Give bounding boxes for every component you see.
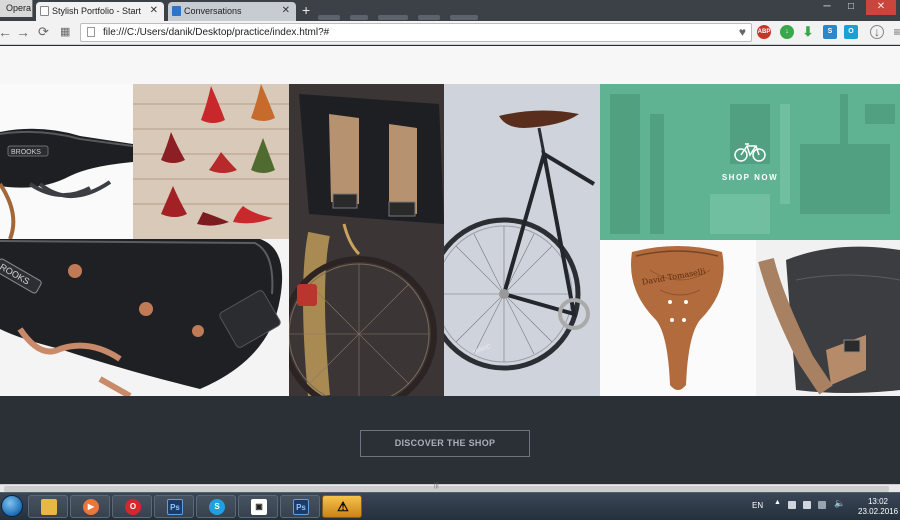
chat-icon [172, 6, 181, 16]
opera-icon: O [125, 499, 141, 515]
scrollbar-grip-icon: ||| [434, 483, 439, 489]
device-icon[interactable] [803, 501, 811, 509]
app-window-icon: ▣ [251, 499, 267, 515]
photoshop-task-2[interactable]: Ps [280, 495, 320, 518]
volume-icon[interactable]: 🔈 [834, 498, 845, 508]
s-extension-icon[interactable]: S [823, 25, 837, 39]
download-manager-icon[interactable]: ↓ [870, 25, 884, 39]
menu-icon[interactable]: ≡ [890, 25, 900, 39]
windows-taskbar: ▶ O Ps S ▣ Ps ⚠ EN ▲ 🔈 13:02 23.02.2016 [0, 492, 900, 520]
road-bike-image[interactable]: MAVIC [444, 84, 600, 396]
photoshop-task[interactable]: Ps [154, 495, 194, 518]
forward-icon[interactable]: → [16, 24, 30, 40]
maximize-button[interactable]: □ [840, 0, 862, 15]
shop-now-tile[interactable]: SHOP NOW [600, 84, 900, 240]
photoshop-icon: Ps [293, 499, 309, 515]
system-clock[interactable]: 13:02 23.02.2016 [858, 497, 898, 517]
close-tab-icon[interactable]: ✕ [150, 2, 158, 20]
tab-stylish-portfolio[interactable]: Stylish Portfolio - Start Bo ✕ [36, 2, 164, 21]
back-icon[interactable]: ← [0, 24, 12, 40]
start-button[interactable] [1, 495, 23, 517]
saddle-shelf-image[interactable] [133, 84, 289, 239]
saddle-closeup-image[interactable]: BROOKS [0, 84, 133, 239]
clock-time: 13:02 [867, 497, 889, 506]
minimize-button[interactable]: ─ [816, 0, 838, 15]
warning-task[interactable]: ⚠ [322, 495, 362, 518]
discover-section: DISCOVER THE SHOP [0, 396, 900, 484]
skype-task[interactable]: S [196, 495, 236, 518]
app-task[interactable]: ▣ [238, 495, 278, 518]
close-tab-icon[interactable]: ✕ [282, 2, 290, 20]
new-tab-button[interactable]: + [302, 3, 310, 17]
download-green-icon[interactable]: ↓ [780, 25, 794, 39]
skype-icon: S [209, 499, 225, 515]
tray-expand-icon[interactable]: ▲ [774, 499, 782, 507]
horizontal-scrollbar[interactable]: ||| [0, 483, 900, 492]
address-bar[interactable]: file:///C:/Users/danik/Desktop/practice/… [80, 23, 752, 42]
warning-icon: ⚠ [337, 499, 349, 514]
opera-menu-button[interactable]: Opera [0, 0, 33, 17]
network-icon[interactable] [818, 501, 826, 509]
browser-tab-bar: Opera Stylish Portfolio - Start Bo ✕ Con… [0, 0, 900, 21]
folder-icon [41, 499, 57, 515]
speed-dial-icon[interactable]: ▦ [60, 24, 70, 40]
reload-icon[interactable]: ⟳ [38, 24, 49, 40]
file-icon [87, 27, 95, 37]
shop-now-label[interactable]: SHOP NOW [600, 173, 900, 182]
bicycle-icon [734, 143, 766, 162]
opera-task[interactable]: O [112, 495, 152, 518]
blurred-bookmarks [318, 7, 488, 20]
photoshop-icon: Ps [167, 499, 183, 515]
adblock-icon[interactable]: ABP [757, 25, 771, 39]
tab-label: Stylish Portfolio - Start Bo [52, 6, 144, 16]
page-icon [40, 6, 49, 16]
black-saddle-image[interactable]: ROOKS [0, 239, 289, 396]
shop-now-overlay: SHOP NOW [600, 142, 900, 182]
close-window-button[interactable]: ✕ [866, 0, 896, 15]
brown-saddle-image[interactable]: David Tomaselli [600, 240, 756, 396]
discover-the-shop-button[interactable]: DISCOVER THE SHOP [360, 430, 530, 457]
address-text: file:///C:/Users/danik/Desktop/practice/… [103, 27, 330, 38]
svg-text:BROOKS: BROOKS [11, 149, 41, 156]
media-player-icon: ▶ [83, 499, 99, 515]
web-page: BROOKS MAVIC SHOP NOW ROOKS David Tomase… [0, 46, 900, 484]
heart-icon[interactable]: ♥ [739, 24, 746, 41]
explorer-task[interactable] [28, 495, 68, 518]
tab-conversations[interactable]: Conversations ✕ [168, 2, 296, 21]
download-arrow-icon[interactable]: ⬇ [801, 25, 815, 39]
media-player-task[interactable]: ▶ [70, 495, 110, 518]
messenger-bag-image[interactable] [756, 240, 900, 396]
browser-toolbar: ← → ⟳ ▦ file:///C:/Users/danik/Desktop/p… [0, 21, 900, 45]
flag-icon[interactable] [788, 501, 796, 509]
tab-label: Conversations [184, 6, 242, 16]
bike-bag-image[interactable] [289, 84, 444, 396]
clock-date: 23.02.2016 [858, 507, 899, 516]
o-extension-icon[interactable]: O [844, 25, 858, 39]
language-indicator[interactable]: EN [752, 501, 763, 510]
